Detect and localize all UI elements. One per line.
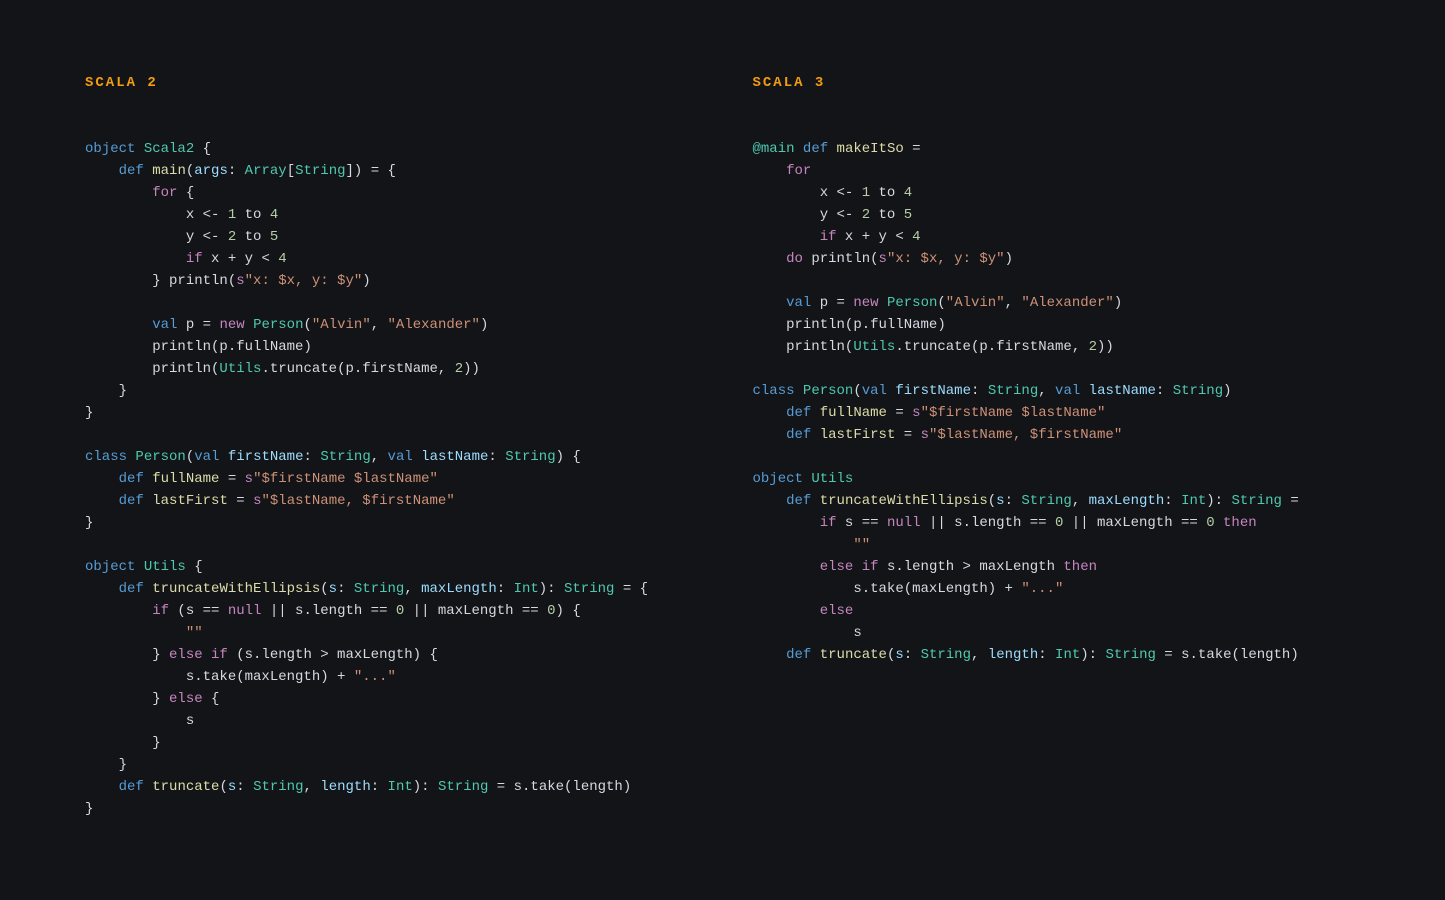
scala3-column: SCALA 3 @main def makeItSo = for x <- 1 … (753, 72, 1361, 820)
scala3-heading: SCALA 3 (753, 72, 1361, 94)
code-comparison-columns: SCALA 2 object Scala2 { def main(args: A… (85, 72, 1360, 820)
scala3-code: @main def makeItSo = for x <- 1 to 4 y <… (753, 138, 1361, 666)
scala2-column: SCALA 2 object Scala2 { def main(args: A… (85, 72, 693, 820)
scala2-code: object Scala2 { def main(args: Array[Str… (85, 138, 693, 820)
scala2-heading: SCALA 2 (85, 72, 693, 94)
